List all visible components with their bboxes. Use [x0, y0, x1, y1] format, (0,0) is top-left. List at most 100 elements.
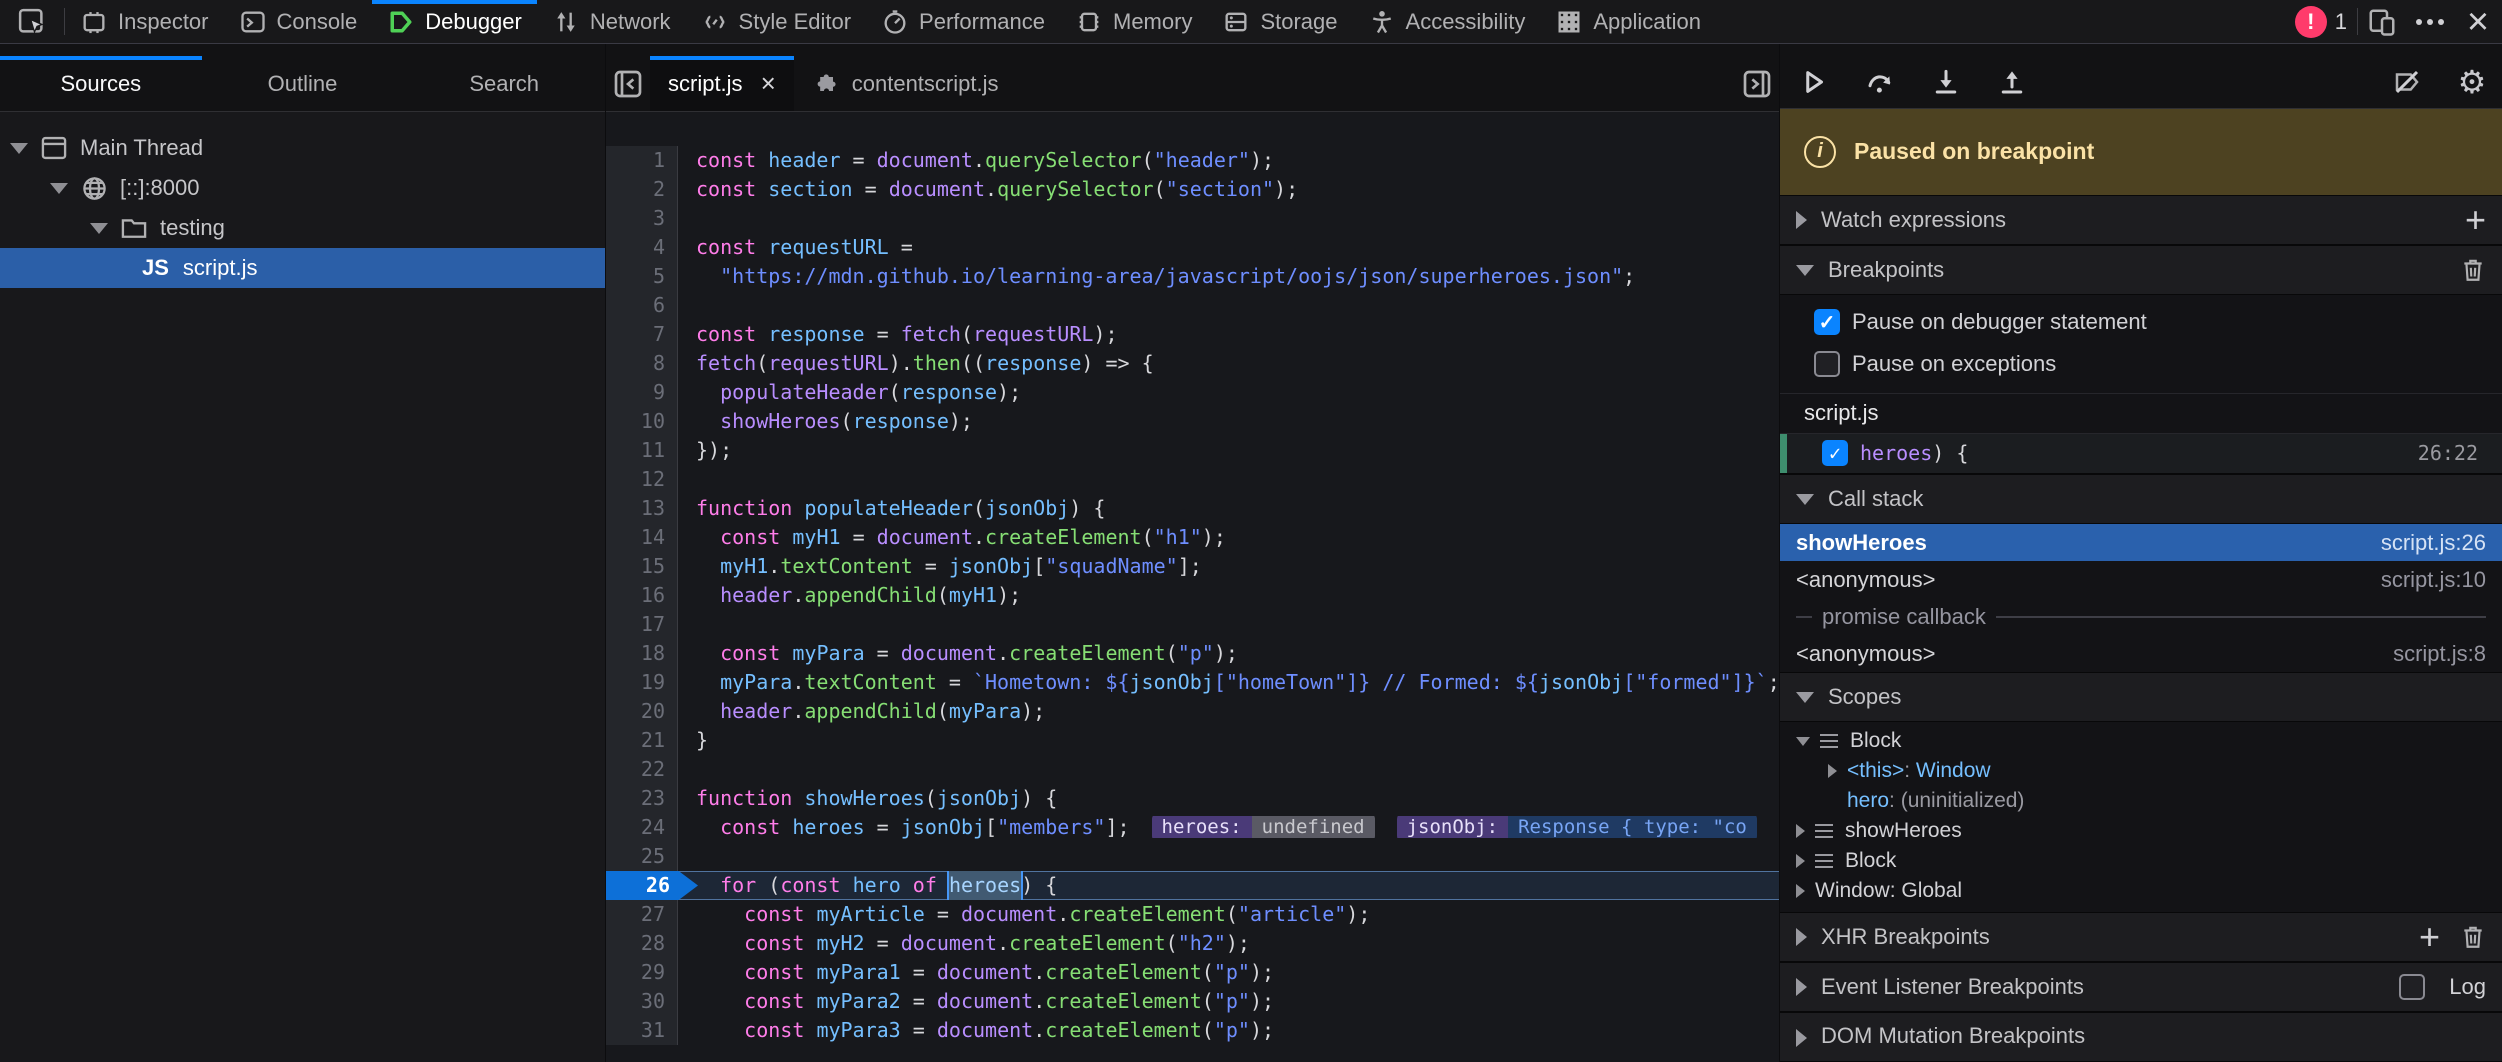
- log-event-checkbox[interactable]: [2399, 974, 2425, 1000]
- code-line-7[interactable]: 7const response = fetch(requestURL);: [606, 320, 1779, 349]
- code-line-26[interactable]: 2626 for (const hero of heroes) {: [606, 871, 1779, 900]
- code-line-19[interactable]: 19 myPara.textContent = `Hometown: ${jso…: [606, 668, 1779, 697]
- dom-mutation-breakpoints-header[interactable]: DOM Mutation Breakpoints: [1780, 1012, 2502, 1062]
- line-number[interactable]: 6: [606, 291, 678, 320]
- stack-frame[interactable]: <anonymous>script.js:10: [1780, 561, 2502, 598]
- code-line-21[interactable]: 21}: [606, 726, 1779, 755]
- sidebar-tab-outline[interactable]: Outline: [202, 56, 404, 111]
- source-tab-script-js[interactable]: script.js×: [650, 56, 794, 111]
- code-line-2[interactable]: 2const section = document.querySelector(…: [606, 175, 1779, 204]
- step-over-button[interactable]: [1862, 64, 1898, 100]
- code-line-1[interactable]: 1const header = document.querySelector("…: [606, 146, 1779, 175]
- line-number[interactable]: 20: [606, 697, 678, 726]
- line-number[interactable]: 3: [606, 204, 678, 233]
- tab-style-editor[interactable]: Style Editor: [686, 0, 867, 43]
- meatball-menu-icon[interactable]: [2406, 0, 2454, 43]
- scope-row[interactable]: Window: Global: [1780, 876, 2502, 906]
- code-line-17[interactable]: 17: [606, 610, 1779, 639]
- code-line-4[interactable]: 4const requestURL =: [606, 233, 1779, 262]
- node-picker-button[interactable]: [0, 0, 64, 43]
- code-line-10[interactable]: 10 showHeroes(response);: [606, 407, 1779, 436]
- code-line-15[interactable]: 15 myH1.textContent = jsonObj["squadName…: [606, 552, 1779, 581]
- code-line-8[interactable]: 8fetch(requestURL).then((response) => {: [606, 349, 1779, 378]
- code-line-28[interactable]: 28 const myH2 = document.createElement("…: [606, 929, 1779, 958]
- line-number[interactable]: 2: [606, 175, 678, 204]
- scope-row[interactable]: showHeroes: [1780, 816, 2502, 846]
- tab-debugger[interactable]: Debugger: [372, 0, 537, 43]
- expand-panes-icon[interactable]: [1735, 56, 1779, 111]
- expander-icon[interactable]: [1796, 824, 1805, 838]
- line-number[interactable]: 19: [606, 668, 678, 697]
- scope-row[interactable]: <this>: Window: [1780, 756, 2502, 786]
- line-number[interactable]: 5: [606, 262, 678, 291]
- scope-row[interactable]: Block: [1780, 726, 2502, 756]
- line-number[interactable]: 16: [606, 581, 678, 610]
- scopes-header[interactable]: Scopes: [1780, 672, 2502, 722]
- tab-accessibility[interactable]: Accessibility: [1353, 0, 1541, 43]
- tree-item-main-thread[interactable]: Main Thread: [0, 128, 605, 168]
- code-line-3[interactable]: 3: [606, 204, 1779, 233]
- expander-icon[interactable]: [1796, 737, 1810, 746]
- expander-icon[interactable]: [1796, 884, 1805, 898]
- deactivate-breakpoints-icon[interactable]: [2389, 64, 2425, 100]
- code-line-18[interactable]: 18 const myPara = document.createElement…: [606, 639, 1779, 668]
- line-number[interactable]: 14: [606, 523, 678, 552]
- line-number[interactable]: 15: [606, 552, 678, 581]
- stack-frame[interactable]: <anonymous>script.js:8: [1780, 635, 2502, 672]
- line-number[interactable]: 11: [606, 436, 678, 465]
- checkbox[interactable]: [1814, 351, 1840, 377]
- xhr-breakpoints-header[interactable]: XHR Breakpoints +: [1780, 912, 2502, 962]
- breakpoint-entry[interactable]: ✓ heroes) { 26:22: [1780, 433, 2502, 474]
- code-line-23[interactable]: 23function showHeroes(jsonObj) {: [606, 784, 1779, 813]
- breakpoint-option[interactable]: ✓Pause on debugger statement: [1814, 303, 2502, 341]
- step-out-button[interactable]: [1994, 64, 2030, 100]
- line-number[interactable]: 4: [606, 233, 678, 262]
- line-number[interactable]: 8: [606, 349, 678, 378]
- code-line-14[interactable]: 14 const myH1 = document.createElement("…: [606, 523, 1779, 552]
- line-number[interactable]: 27: [606, 900, 678, 929]
- code-line-22[interactable]: 22: [606, 755, 1779, 784]
- line-number[interactable]: 7: [606, 320, 678, 349]
- add-watch-expression-icon[interactable]: +: [2465, 202, 2486, 238]
- remove-all-breakpoints-icon[interactable]: [2460, 256, 2486, 284]
- code-line-9[interactable]: 9 populateHeader(response);: [606, 378, 1779, 407]
- code-line-24[interactable]: 24 const heroes = jsonObj["members"];her…: [606, 813, 1779, 842]
- code-line-30[interactable]: 30 const myPara2 = document.createElemen…: [606, 987, 1779, 1016]
- expander-icon[interactable]: [1796, 854, 1805, 868]
- tree-item--8000[interactable]: [::]:8000: [0, 168, 605, 208]
- call-stack-header[interactable]: Call stack: [1780, 474, 2502, 524]
- line-number[interactable]: 23: [606, 784, 678, 813]
- add-xhr-breakpoint-icon[interactable]: +: [2419, 919, 2440, 955]
- code-line-25[interactable]: 25: [606, 842, 1779, 871]
- error-badge[interactable]: ! 1: [2285, 0, 2357, 43]
- breakpoint-source-label[interactable]: script.js: [1780, 393, 2502, 433]
- line-number[interactable]: 17: [606, 610, 678, 639]
- tab-application[interactable]: Application: [1540, 0, 1716, 43]
- tab-network[interactable]: Network: [537, 0, 686, 43]
- line-number[interactable]: 28: [606, 929, 678, 958]
- expander-icon[interactable]: [10, 143, 28, 154]
- line-number[interactable]: 31: [606, 1016, 678, 1045]
- close-tab-icon[interactable]: ×: [761, 68, 776, 99]
- code-line-27[interactable]: 27 const myArticle = document.createElem…: [606, 900, 1779, 929]
- expander-icon[interactable]: [50, 183, 68, 194]
- line-number[interactable]: 24: [606, 813, 678, 842]
- code-line-31[interactable]: 31 const myPara3 = document.createElemen…: [606, 1016, 1779, 1045]
- line-number[interactable]: 25: [606, 842, 678, 871]
- code-line-6[interactable]: 6: [606, 291, 1779, 320]
- tab-inspector[interactable]: Inspector: [65, 0, 224, 43]
- line-number[interactable]: 21: [606, 726, 678, 755]
- stack-frame[interactable]: showHeroesscript.js:26: [1780, 524, 2502, 561]
- resume-button[interactable]: [1796, 64, 1832, 100]
- scope-row[interactable]: Block: [1780, 846, 2502, 876]
- scope-row[interactable]: hero: (uninitialized): [1780, 786, 2502, 816]
- close-devtools-icon[interactable]: ×: [2454, 0, 2502, 43]
- line-number[interactable]: 2626: [606, 871, 678, 900]
- line-number[interactable]: 13: [606, 494, 678, 523]
- code-line-16[interactable]: 16 header.appendChild(myH1);: [606, 581, 1779, 610]
- code-line-11[interactable]: 11});: [606, 436, 1779, 465]
- line-number[interactable]: 9: [606, 378, 678, 407]
- tab-console[interactable]: Console: [224, 0, 373, 43]
- sidebar-tab-sources[interactable]: Sources: [0, 56, 202, 111]
- line-number[interactable]: 29: [606, 958, 678, 987]
